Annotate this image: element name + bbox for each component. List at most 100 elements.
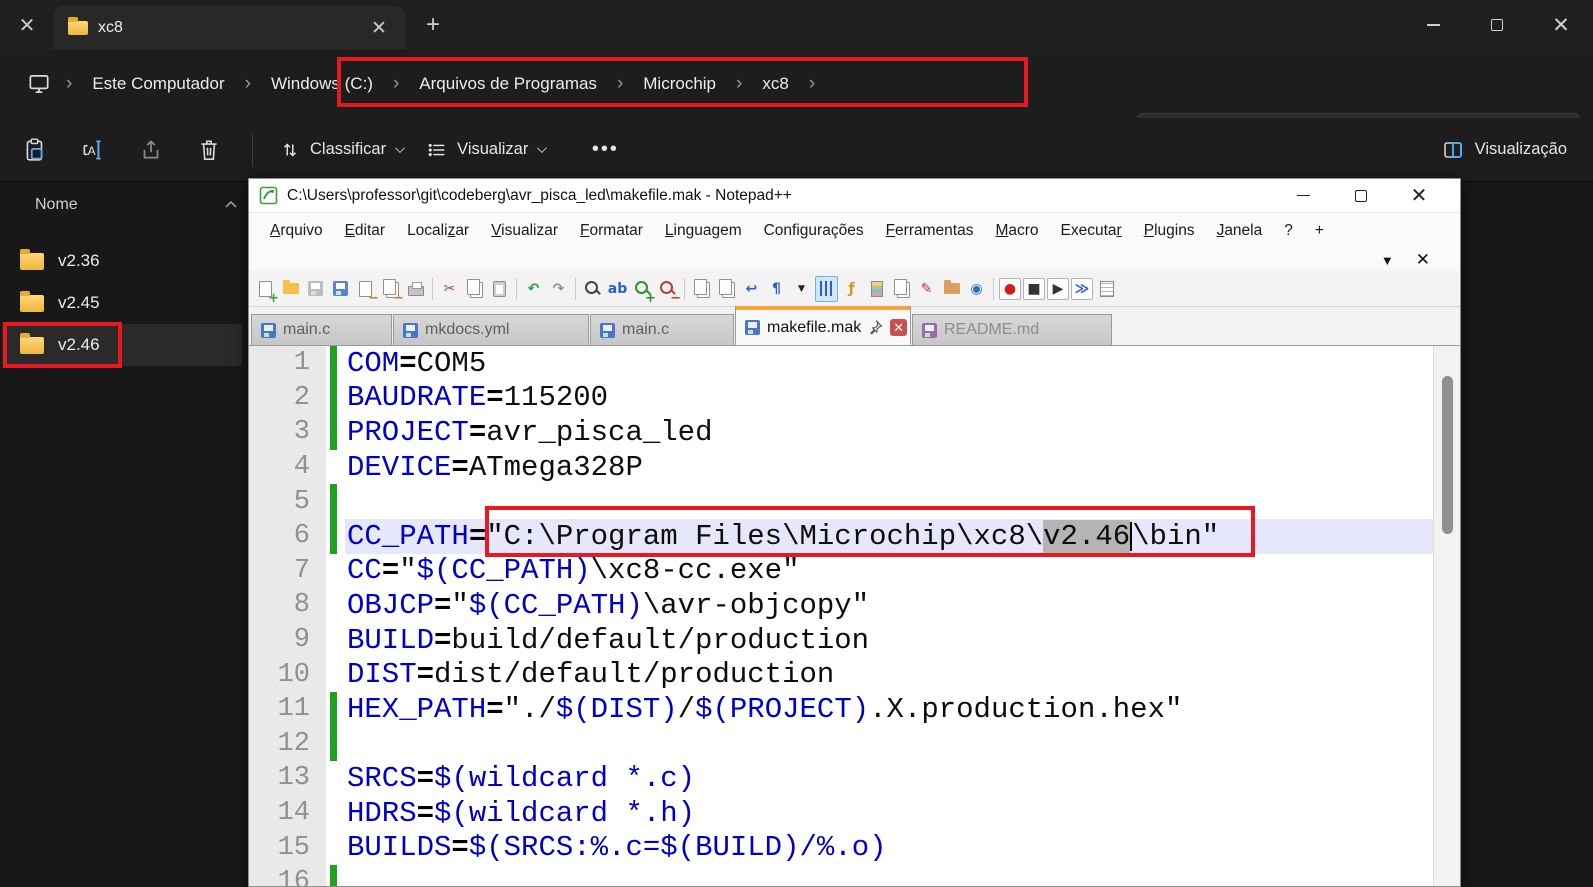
minimize-icon[interactable] xyxy=(1282,181,1324,211)
editor-tab-mkdocs.yml[interactable]: mkdocs.yml xyxy=(393,314,589,345)
menu-configuraes[interactable]: Configurações xyxy=(753,216,875,246)
print-icon[interactable] xyxy=(404,276,427,302)
code-text[interactable]: HEX_PATH = "./$(DIST) / $(PROJECT) .X.product… xyxy=(345,692,1433,727)
stop-macro-icon[interactable]: ■ xyxy=(1023,277,1045,300)
menu-formatar[interactable]: Formatar xyxy=(569,216,654,246)
file-monitoring-icon[interactable]: ◉ xyxy=(965,276,988,302)
close-icon[interactable]: ✕ xyxy=(1398,181,1440,211)
this-pc-icon[interactable] xyxy=(26,71,52,97)
menu-visualizar[interactable]: Visualizar xyxy=(480,216,569,246)
code-text[interactable]: DEVICE = ATmega328P xyxy=(345,450,1433,485)
new-tab-button[interactable]: + xyxy=(406,0,460,50)
minimize-icon[interactable] xyxy=(1401,0,1465,50)
close-icon[interactable]: ✕ xyxy=(1416,250,1430,270)
menu-arquivo[interactable]: Arquivo xyxy=(259,216,334,246)
menu-janela[interactable]: Janela xyxy=(1206,216,1274,246)
maximize-icon[interactable] xyxy=(1465,0,1529,50)
overflow-dropdown-icon[interactable]: ▼ xyxy=(1381,253,1394,268)
close-file-icon[interactable]: − xyxy=(354,276,379,305)
play-macro-icon[interactable]: ▶ xyxy=(1047,277,1069,300)
new-file-icon[interactable]: + xyxy=(254,276,279,305)
document-list-icon[interactable] xyxy=(890,276,913,302)
delete-icon[interactable] xyxy=(186,128,232,172)
sync-horizontal-icon[interactable] xyxy=(715,276,738,302)
code-text[interactable]: OBJCP = " $(CC_PATH) \avr-objcopy" xyxy=(345,588,1433,623)
menu-ferramentas[interactable]: Ferramentas xyxy=(875,216,985,246)
menu-editar[interactable]: Editar xyxy=(334,216,397,246)
code-text[interactable]: BUILDS = $(SRCS:%.c=$(BUILD)/%.o) xyxy=(345,830,1433,865)
editor-scrollbar[interactable] xyxy=(1433,346,1460,886)
menu-macro[interactable]: Macro xyxy=(984,216,1049,246)
cut-icon[interactable]: ✂ xyxy=(438,276,461,302)
list-item-folder-v2.36[interactable]: v2.36 xyxy=(2,240,242,282)
share-icon[interactable] xyxy=(128,128,174,172)
function-list-icon[interactable]: ƒ xyxy=(840,276,863,302)
replace-icon[interactable]: ab xyxy=(606,276,629,302)
rename-icon[interactable]: A xyxy=(70,128,116,172)
editor-tab-makefile.mak[interactable]: makefile.mak ✕ xyxy=(735,306,911,345)
menu-executar[interactable]: Executar xyxy=(1050,216,1133,246)
word-wrap-icon[interactable]: ↩ xyxy=(740,276,763,302)
copy-icon[interactable] xyxy=(463,276,486,302)
editor-tab-main.c[interactable]: main.c xyxy=(251,314,392,345)
sync-vertical-icon[interactable] xyxy=(690,276,713,302)
menu-linguagem[interactable]: Linguagem xyxy=(654,216,753,246)
document-map-icon[interactable] xyxy=(865,276,888,302)
breadcrumb-item[interactable]: Microchip xyxy=(633,68,726,100)
code-text[interactable] xyxy=(345,865,1433,886)
code-text[interactable]: BAUDRATE = 115200 xyxy=(345,381,1433,416)
pin-icon[interactable] xyxy=(868,320,883,335)
code-text[interactable]: COM = COM5 xyxy=(345,346,1433,381)
editor-tab-main.c[interactable]: main.c xyxy=(590,314,734,345)
view-button[interactable]: Visualizar xyxy=(414,131,556,169)
notepadpp-title-bar[interactable]: C:\Users\professor\git\codeberg\avr_pisc… xyxy=(249,179,1460,213)
tab-close-icon[interactable]: ✕ xyxy=(890,319,908,336)
column-header-name[interactable]: Nome xyxy=(35,196,78,214)
menu-+[interactable]: + xyxy=(1304,216,1335,246)
code-text[interactable]: PROJECT = avr_pisca_led xyxy=(345,415,1433,450)
tab-close-icon[interactable]: ✕ xyxy=(366,17,392,40)
zoom-out-icon[interactable]: − xyxy=(656,276,681,305)
code-text[interactable]: HDRS = $(wildcard *.h) xyxy=(345,796,1433,831)
list-item-folder-v2.46[interactable]: v2.46 xyxy=(2,324,242,366)
menu-localizar[interactable]: Localizar xyxy=(396,216,480,246)
code-text[interactable]: DIST = dist/default/production xyxy=(345,657,1433,692)
breadcrumb-item[interactable]: Este Computador xyxy=(82,68,234,100)
maximize-icon[interactable] xyxy=(1340,181,1382,211)
more-options-icon[interactable]: ••• xyxy=(582,128,628,172)
folder-workspace-icon[interactable] xyxy=(940,276,963,302)
menu-plugins[interactable]: Plugins xyxy=(1133,216,1206,246)
breadcrumb-item[interactable]: Windows (C:) xyxy=(261,68,383,100)
code-area[interactable]: 1 COM = COM5 2 BAUDRATE = 115200 3 PROJECT = avr_pi… xyxy=(249,346,1433,886)
save-all-icon[interactable] xyxy=(329,276,352,302)
undo-icon[interactable]: ↶ xyxy=(522,276,545,302)
indent-guide-icon[interactable] xyxy=(815,275,838,302)
code-text[interactable]: CC = " $(CC_PATH) \xc8-cc.exe" xyxy=(345,554,1433,589)
paste-icon[interactable] xyxy=(488,276,511,302)
close-icon[interactable]: ✕ xyxy=(1529,0,1593,50)
save-macro-icon[interactable] xyxy=(1095,276,1118,302)
breadcrumb-item[interactable]: Arquivos de Programas xyxy=(409,68,607,100)
sort-ascending-icon[interactable] xyxy=(224,200,238,209)
scrollbar-thumb[interactable] xyxy=(1442,376,1453,534)
close-all-icon[interactable]: − xyxy=(379,276,404,305)
preview-toggle[interactable]: Visualização xyxy=(1441,138,1593,162)
paste-icon[interactable] xyxy=(12,128,58,172)
save-icon[interactable] xyxy=(304,276,327,302)
code-text[interactable] xyxy=(345,484,1433,519)
sort-button[interactable]: Classificar xyxy=(267,131,414,169)
explorer-tab-xc8[interactable]: xc8 ✕ xyxy=(54,6,406,50)
open-file-icon[interactable] xyxy=(279,276,302,302)
editor-tab-README.md[interactable]: README.md xyxy=(912,314,1112,345)
list-item-folder-v2.45[interactable]: v2.45 xyxy=(2,282,242,324)
run-macro-multiple-icon[interactable]: ≫ xyxy=(1071,277,1093,300)
show-symbols-icon[interactable]: ¶ xyxy=(765,276,788,302)
close-icon[interactable]: ✕ xyxy=(0,0,54,50)
code-text[interactable]: BUILD = build/default/production xyxy=(345,623,1433,658)
zoom-in-icon[interactable]: + xyxy=(631,276,656,305)
breadcrumb-item[interactable]: xc8 xyxy=(752,68,798,100)
code-text[interactable]: SRCS = $(wildcard *.c) xyxy=(345,761,1433,796)
function-hint-icon[interactable]: ✎ xyxy=(915,276,938,302)
record-macro-icon[interactable]: ● xyxy=(999,277,1021,300)
code-text[interactable] xyxy=(345,727,1433,762)
